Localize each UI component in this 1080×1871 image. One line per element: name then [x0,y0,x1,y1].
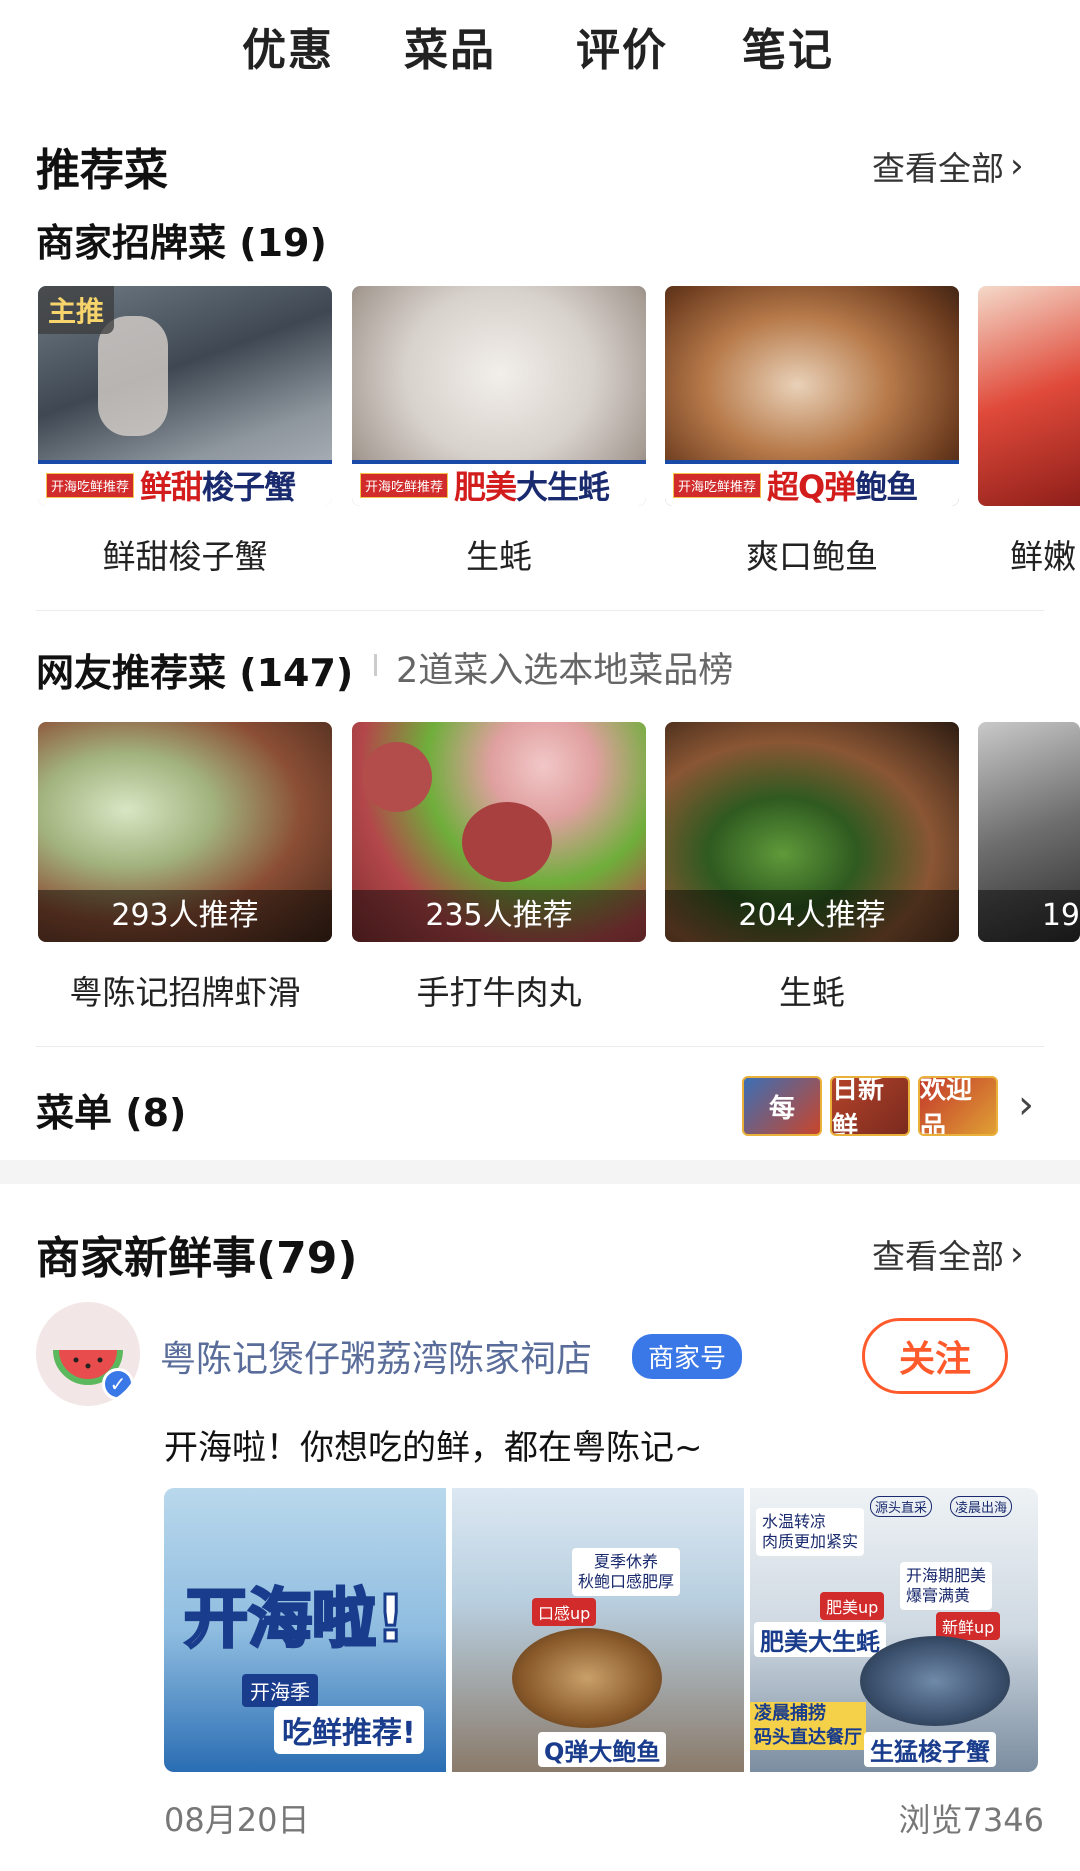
recommend-title: 推荐菜 [36,145,168,196]
dish-name: 生蚝 [466,537,532,576]
meatball [462,802,552,882]
dish-name: 生蚝 [779,973,845,1012]
dish-photo [978,286,1080,506]
dish-name: 粤陈记招牌虾滑 [69,973,301,1012]
divider [36,610,1044,611]
menu-title[interactable]: 菜单 (8) [36,1082,186,1137]
news-title: 商家新鲜事(79) [36,1233,358,1284]
dish-name: 爽口鲍鱼 [746,537,878,576]
banner-tag: 开海吃鲜推荐 [673,472,762,498]
dish-name: 鲜甜梭子蟹 [102,537,268,576]
dish-banner: 开海吃鲜推荐 超Q弹鲍鱼 [665,460,959,506]
dish-banner: 开海吃鲜推荐 肥美大生蚝 [352,460,646,506]
poster-dish-name: Q弹大鲍鱼 [538,1732,667,1767]
menu-thumb-1[interactable]: 每 [742,1076,822,1136]
netizen-title: 网友推荐菜 (147) [36,651,354,695]
recommend-view-all-link[interactable]: 查看全部 › [872,142,1024,190]
poster-tag: 口感up [532,1598,597,1626]
meatball [362,742,432,812]
crab [860,1636,1010,1726]
tab-dishes[interactable]: 菜品 [400,14,500,84]
signature-title: 商家招牌菜 (19) [36,221,327,265]
poster-tag: 肥美up [820,1592,885,1620]
post-text: 开海啦！你想吃的鲜，都在粤陈记~ [164,1428,703,1468]
section-gap [0,1160,1080,1184]
netizen-card-1[interactable]: 293人推荐 [38,722,332,942]
chevron-right-icon: › [1010,146,1024,186]
menu-thumb-3[interactable]: 欢迎品 [918,1076,998,1136]
shop-name[interactable]: 粤陈记煲仔粥荔湾陈家祠店 [160,1330,592,1382]
recommend-count: 293人推荐 [38,890,332,942]
poster-dish-name: 生猛梭子蟹 [864,1732,996,1767]
poster-badge: 凌晨出海 [950,1496,1013,1517]
poster-headline: 开海啦! [182,1582,406,1659]
banner-tag: 开海吃鲜推荐 [360,472,449,498]
poster-note: 凌晨捕捞 码头直达餐厅 [750,1702,866,1750]
dish-banner: 开海吃鲜推荐 鲜甜梭子蟹 [38,460,332,506]
poster-sub: 吃鲜推荐! [274,1706,424,1754]
dish-name: 鲜嫩 [1010,537,1076,576]
follow-button[interactable]: 关注 [862,1318,1008,1394]
netizen-subtitle[interactable]: 2道菜入选本地菜品榜 [396,642,733,693]
banner-title: 超Q弹鲍鱼 [767,468,918,506]
verified-icon: ✓ [102,1368,134,1400]
netizen-card-3[interactable]: 204人推荐 [665,722,959,942]
banner-title: 肥美大生蚝 [454,468,610,506]
abalone [512,1628,662,1728]
poster-panel-1: 开海啦! 开海季 吃鲜推荐! [164,1488,446,1772]
recommend-count: 204人推荐 [665,890,959,942]
netizen-card-2[interactable]: 235人推荐 [352,722,646,942]
poster-panel-3: 水温转凉 肉质更加紧实 肥美up 肥美大生蚝 凌晨捕捞 码头直达餐厅 源头直采 凌晨… [750,1488,1038,1772]
tab-notes[interactable]: 笔记 [742,14,834,78]
tab-bar: 优惠 菜品 评价 笔记 [0,0,1080,92]
chevron-right-icon[interactable]: › [1018,1082,1034,1128]
dish-name: 手打牛肉丸 [416,973,582,1012]
poster-sub: 开海季 [242,1674,318,1707]
poster-badge: 源头直采 [870,1496,933,1517]
post-image[interactable]: 开海啦! 开海季 吃鲜推荐! 夏季休养 秋鲍口感肥厚 口感up Q弹大鲍鱼 水温转… [164,1488,1038,1772]
poster-panel-2: 夏季休养 秋鲍口感肥厚 口感up Q弹大鲍鱼 [452,1488,744,1772]
signature-card-4[interactable] [978,286,1080,506]
shop-tag-badge: 商家号 [632,1334,743,1379]
poster-note: 开海期肥美 爆膏满黄 [900,1562,993,1610]
view-all-label: 查看全部 [872,149,1004,188]
view-all-label: 查看全部 [872,1237,1004,1276]
poster-note: 水温转凉 肉质更加紧实 [756,1508,865,1556]
poster-dish-name: 肥美大生蚝 [754,1622,886,1657]
post-views: 浏览7346 [898,1801,1044,1839]
chevron-right-icon: › [1010,1234,1024,1274]
banner-title: 鲜甜梭子蟹 [140,468,296,506]
signature-card-1[interactable]: 主推 开海吃鲜推荐 鲜甜梭子蟹 [38,286,332,506]
banner-tag: 开海吃鲜推荐 [46,472,135,498]
poster-note: 夏季休养 秋鲍口感肥厚 [572,1548,681,1596]
recommend-count: 19 [978,890,1080,942]
netizen-card-4[interactable]: 19 [978,722,1080,942]
news-view-all-link[interactable]: 查看全部 › [872,1230,1024,1278]
post-date: 08月20日 [164,1801,310,1839]
recommend-count: 235人推荐 [352,890,646,942]
menu-thumb-2[interactable]: 日新鲜 [830,1076,910,1136]
featured-badge: 主推 [38,286,115,334]
divider [36,1046,1044,1047]
signature-card-2[interactable]: 开海吃鲜推荐 肥美大生蚝 [352,286,646,506]
person-figure [98,316,168,436]
tab-reviews[interactable]: 评价 [576,14,668,78]
avatar[interactable]: ✓ [36,1302,140,1406]
separator [374,654,377,676]
signature-card-3[interactable]: 开海吃鲜推荐 超Q弹鲍鱼 [665,286,959,506]
tab-discount[interactable]: 优惠 [242,14,334,78]
